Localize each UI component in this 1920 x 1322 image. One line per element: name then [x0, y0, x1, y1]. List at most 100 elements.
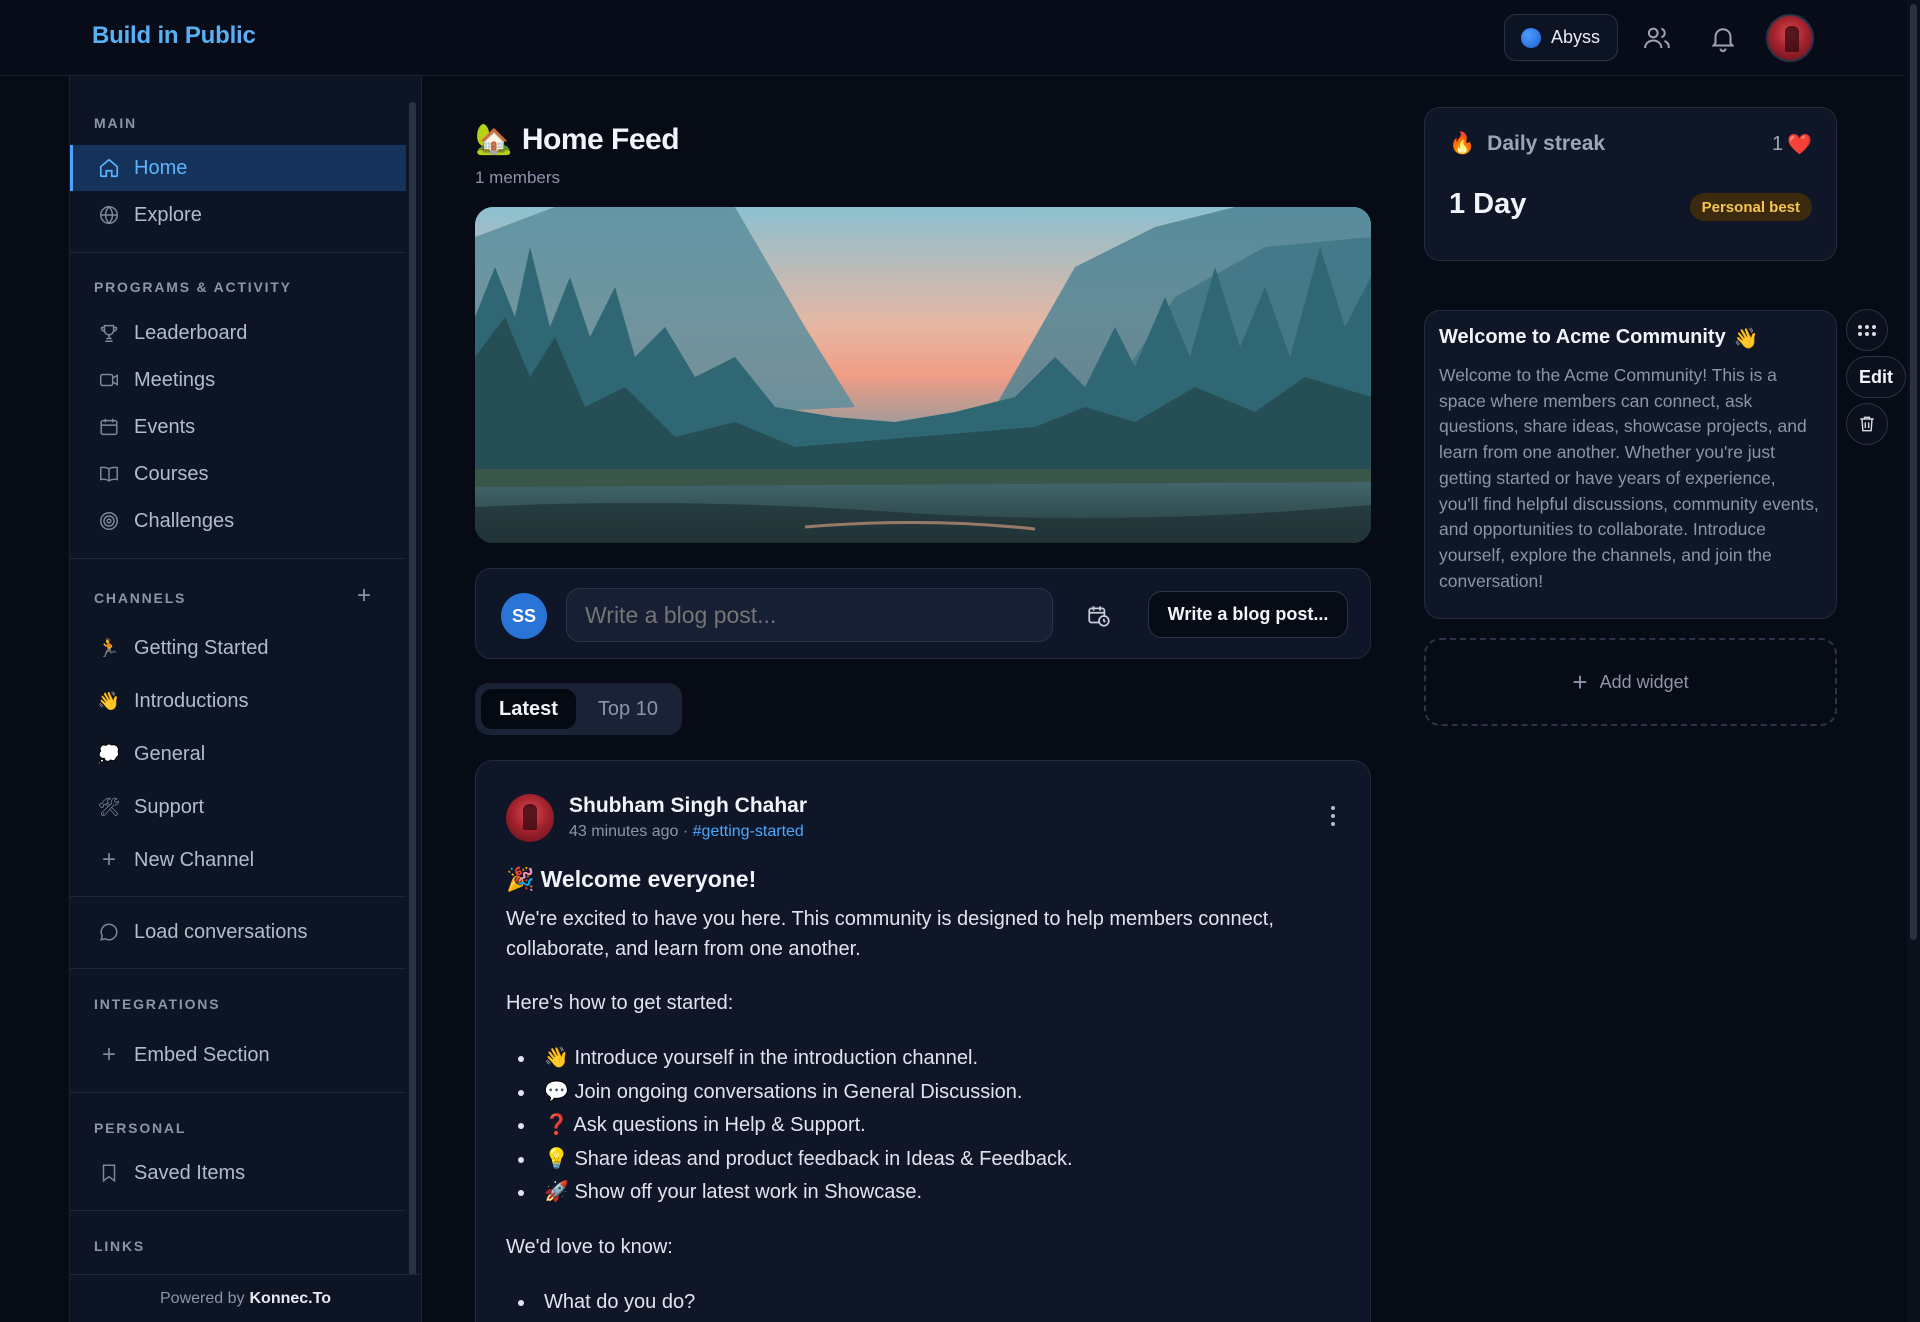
post-title: 🎉 Welcome everyone!	[506, 866, 756, 893]
edit-widget-button[interactable]: Edit	[1846, 356, 1906, 398]
sidebar-item-general[interactable]: 💭 General	[70, 731, 406, 777]
landscape-illustration	[475, 207, 1371, 543]
welcome-widget: Welcome to Acme Community 👋 Welcome to t…	[1424, 310, 1837, 619]
add-widget-button[interactable]: + Add widget	[1424, 638, 1837, 726]
post-channel-tag[interactable]: #getting-started	[693, 823, 804, 840]
top-bar: Build in Public Abyss	[0, 0, 1905, 76]
sidebar-item-label: Events	[134, 415, 196, 438]
sidebar-divider	[70, 1092, 406, 1093]
post-author-avatar[interactable]	[506, 794, 554, 842]
post-meta: 43 minutes ago · #getting-started	[569, 823, 804, 841]
sidebar-item-embed-section[interactable]: + Embed Section	[70, 1032, 406, 1078]
brand-logo[interactable]: Build in Public	[92, 22, 256, 50]
party-emoji-icon: 🎉	[506, 866, 535, 892]
post-love-to-know: We'd love to know:	[506, 1235, 673, 1258]
meta-separator: ·	[682, 823, 689, 840]
sidebar-scrollbar[interactable]	[409, 102, 416, 1294]
fire-emoji-icon: 🔥	[1449, 132, 1476, 155]
user-avatar[interactable]	[1766, 14, 1814, 62]
tools-emoji-icon: 🛠	[97, 796, 121, 817]
sidebar-item-courses[interactable]: Courses	[70, 451, 406, 497]
delete-widget-button[interactable]	[1846, 403, 1888, 445]
sidebar-item-meetings[interactable]: Meetings	[70, 357, 406, 403]
page-title: 🏡 Home Feed	[475, 122, 680, 157]
sidebar-item-label: Support	[134, 795, 205, 818]
post-intro: We're excited to have you here. This com…	[506, 908, 1274, 960]
plus-icon: +	[1572, 667, 1588, 697]
workspace-switcher-button[interactable]: Abyss	[1504, 14, 1618, 61]
target-icon	[100, 512, 118, 530]
trophy-icon	[100, 324, 118, 342]
list-item: ❓ Ask questions in Help & Support.	[506, 1109, 1356, 1143]
sidebar-item-label: Getting Started	[134, 636, 269, 659]
streak-label-text: Daily streak	[1487, 132, 1606, 155]
members-icon[interactable]	[1642, 23, 1672, 53]
plus-icon: +	[101, 846, 116, 873]
blog-post-input[interactable]	[566, 588, 1053, 642]
sidebar-item-load-conversations[interactable]: Load conversations	[70, 909, 406, 955]
section-title-links: LINKS	[94, 1238, 145, 1254]
sidebar-item-home[interactable]: Home	[70, 145, 406, 191]
list-item: What do you do?	[506, 1286, 1356, 1320]
daily-streak-widget: 🔥 Daily streak 1 ❤️ 1 Day Personal best	[1424, 107, 1837, 261]
footer-brand-link[interactable]: Konnec.To	[250, 1290, 331, 1308]
streak-count: 1 ❤️	[1772, 132, 1812, 157]
post-steps-list: 👋 Introduce yourself in the introduction…	[506, 1042, 1356, 1210]
wave-emoji-icon: 👋	[97, 690, 121, 711]
list-item: 💬 Join ongoing conversations in General …	[506, 1076, 1356, 1110]
sidebar-item-label: Challenges	[134, 509, 235, 532]
page-scrollbar[interactable]	[1907, 0, 1920, 1322]
streak-label: 🔥 Daily streak	[1449, 132, 1605, 156]
tab-top-10[interactable]: Top 10	[580, 689, 676, 729]
tab-latest[interactable]: Latest	[481, 689, 576, 729]
drag-handle-icon[interactable]	[1846, 309, 1888, 351]
sidebar-item-saved-items[interactable]: Saved Items	[70, 1150, 406, 1196]
post-author-name[interactable]: Shubham Singh Chahar	[569, 794, 807, 818]
list-item: 👋 Introduce yourself in the introduction…	[506, 1042, 1356, 1076]
plus-icon: +	[101, 1041, 116, 1068]
sidebar-item-label: Meetings	[134, 368, 216, 391]
sidebar-item-label: Home	[134, 156, 188, 179]
page-scrollbar-thumb[interactable]	[1910, 4, 1917, 940]
sidebar-item-label: Saved Items	[134, 1161, 246, 1184]
footer-prefix: Powered by	[160, 1289, 245, 1307]
post-time: 43 minutes ago	[569, 823, 679, 840]
cover-banner-image	[475, 207, 1371, 543]
heart-emoji-icon: ❤️	[1787, 134, 1812, 156]
sidebar-item-challenges[interactable]: Challenges	[70, 498, 406, 544]
sidebar-item-support[interactable]: 🛠 Support	[70, 784, 406, 830]
sidebar-item-new-channel[interactable]: + New Channel	[70, 837, 406, 883]
video-icon	[100, 373, 118, 387]
sidebar-divider	[70, 896, 406, 897]
sidebar-item-introductions[interactable]: 👋 Introductions	[70, 678, 406, 724]
member-count: 1 members	[475, 168, 561, 187]
sidebar-item-getting-started[interactable]: 🏃 Getting Started	[70, 625, 406, 671]
sidebar-item-explore[interactable]: Explore	[70, 192, 406, 238]
schedule-calendar-icon[interactable]	[1086, 603, 1112, 629]
add-channel-plus-icon[interactable]: +	[357, 584, 371, 608]
sidebar-divider	[70, 1210, 406, 1211]
sidebar-item-leaderboard[interactable]: Leaderboard	[70, 310, 406, 356]
section-title-main: MAIN	[94, 115, 137, 131]
sidebar-divider	[70, 252, 406, 253]
calendar-icon	[100, 418, 118, 436]
sidebar-item-label: Leaderboard	[134, 321, 248, 344]
sidebar-footer: Powered by Konnec.To	[70, 1274, 421, 1322]
feed-tabs: Latest Top 10	[475, 683, 682, 735]
welcome-widget-description: Welcome to the Acme Community! This is a…	[1439, 365, 1819, 591]
write-blog-post-button[interactable]: Write a blog post...	[1148, 591, 1348, 638]
sidebar-item-label: Introductions	[134, 689, 249, 712]
sidebar: MAIN Home Explore PROGRAMS & ACTIVITY Le…	[69, 76, 422, 1322]
composer-avatar: SS	[501, 593, 547, 639]
thought-bubble-emoji-icon: 💭	[97, 743, 121, 764]
page-title-text: Home Feed	[521, 122, 680, 156]
section-title-integrations: INTEGRATIONS	[94, 996, 221, 1012]
post-composer: SS Write a blog post...	[475, 568, 1371, 659]
post-more-options-icon[interactable]	[1323, 803, 1343, 829]
book-icon	[100, 466, 118, 482]
feed-post: Shubham Singh Chahar 43 minutes ago · #g…	[475, 760, 1371, 1322]
sidebar-item-events[interactable]: Events	[70, 404, 406, 450]
welcome-widget-title: Welcome to Acme Community 👋	[1439, 326, 1759, 351]
bell-icon[interactable]	[1708, 23, 1738, 53]
post-body: We're excited to have you here. This com…	[506, 904, 1356, 1322]
